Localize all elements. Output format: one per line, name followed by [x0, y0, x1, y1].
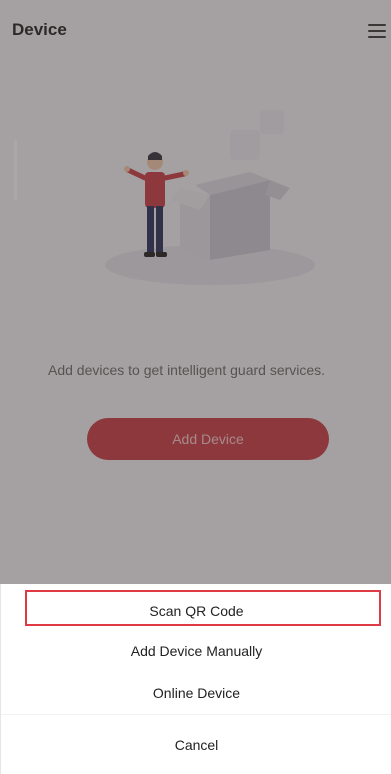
- device-screen: Device Add devices to get intelligent gu…: [0, 0, 391, 774]
- cancel-button[interactable]: Cancel: [1, 724, 391, 766]
- sheet-divider: [1, 714, 391, 715]
- scan-qr-code-option[interactable]: Scan QR Code: [1, 590, 391, 632]
- action-sheet: Scan QR Code Add Device Manually Online …: [0, 584, 391, 774]
- online-device-option[interactable]: Online Device: [1, 672, 391, 714]
- add-device-manually-option[interactable]: Add Device Manually: [1, 630, 391, 672]
